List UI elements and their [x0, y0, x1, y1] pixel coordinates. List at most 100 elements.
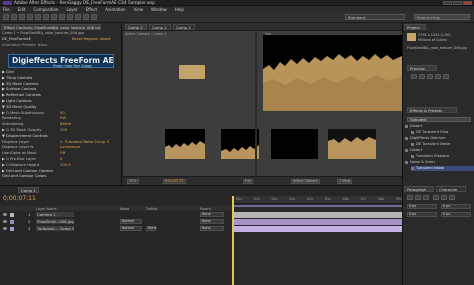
- text-tool-icon[interactable]: [59, 14, 65, 20]
- layer-parent-select[interactable]: None: [200, 219, 224, 224]
- fx-parameter-row[interactable]: ▶ Light Controls: [2, 99, 120, 104]
- puppet-tool-icon[interactable]: [91, 14, 97, 20]
- layer-trkmat-select[interactable]: None: [146, 226, 157, 231]
- fx-parameter-row[interactable]: ▶ Ö Mesh Subdivisions 50: [2, 111, 120, 116]
- resolution-select[interactable]: Full: [243, 179, 253, 184]
- timeline-layer-row[interactable]: 2 FlowSimN...006.jpg Normal None: [0, 219, 232, 225]
- viewport-far-right[interactable]: [328, 129, 376, 159]
- tab-comp-1[interactable]: Comp 1: [125, 24, 147, 30]
- fx-parameter-value[interactable]: Luminance: [60, 145, 80, 149]
- menu-layer[interactable]: Layer: [66, 7, 77, 12]
- fx-parameter-row[interactable]: Antialiasing Better: [2, 122, 120, 127]
- space-after-field[interactable]: 0 px: [441, 212, 471, 217]
- minimize-button[interactable]: [443, 0, 452, 5]
- workspace-select[interactable]: Standard: [345, 14, 405, 20]
- fx-parameter-row[interactable]: ▶ 3D Mesh Controls: [2, 82, 120, 87]
- viewport-bottom-left[interactable]: [165, 129, 205, 159]
- views-layout-select[interactable]: 1 View: [337, 179, 353, 184]
- camera-tool-icon[interactable]: [35, 14, 41, 20]
- tab-paragraph[interactable]: Paragraph: [404, 186, 434, 192]
- tab-comp-2[interactable]: Comp 2: [149, 24, 171, 30]
- align-right-button[interactable]: [423, 195, 429, 200]
- composition-viewer[interactable]: Active Camera - Comp 1 Top: [123, 31, 402, 176]
- search-help-input[interactable]: Search Help: [414, 14, 470, 20]
- fx-parameter-row[interactable]: ▶ Reflection Controls: [2, 93, 120, 98]
- fx-parameter-row[interactable]: Grid and Contour Colors: [2, 174, 120, 179]
- zoom-tool-icon[interactable]: [19, 14, 25, 20]
- project-file-name[interactable]: FlowSimNBA_color_texture_006.jpg: [407, 46, 473, 50]
- tab-comp-3[interactable]: Comp 3: [173, 24, 195, 30]
- layer-name[interactable]: Turbulent... Comp 3: [36, 226, 74, 231]
- fx-parameter-row[interactable]: ▼ Displacement Controls: [2, 134, 120, 139]
- effects-list-item[interactable]: Noise & Grain: [405, 160, 473, 165]
- fx-parameter-row[interactable]: Rendering Full: [2, 116, 120, 121]
- fx-parameter-value[interactable]: 100: [60, 128, 67, 132]
- fx-parameter-row[interactable]: ▶ Ö 3D Mesh Opacity 100: [2, 128, 120, 133]
- menu-help[interactable]: Help: [175, 7, 184, 12]
- effects-list-item[interactable]: DE Turbulent Noise: [411, 142, 474, 147]
- fx-reset-links[interactable]: Reset Register About: [72, 37, 118, 42]
- time-ruler[interactable]: 00s 01s 02s 03s 04s 05s 06s 07s 08s 09s: [232, 196, 402, 204]
- fx-parameter-row[interactable]: Use Alpha as Mask Off: [2, 151, 120, 156]
- fx-parameter-row[interactable]: ▶ Surface Controls: [2, 87, 120, 92]
- space-before-field[interactable]: 0 px: [407, 212, 437, 217]
- fx-parameter-value[interactable]: 0: [60, 157, 62, 161]
- layer-name[interactable]: FlowSimN...006.jpg: [36, 219, 74, 224]
- timeline-tab-comp-1[interactable]: Comp 1: [18, 187, 39, 193]
- play-button[interactable]: [427, 74, 433, 79]
- viewport-top-right[interactable]: [263, 35, 402, 111]
- effects-list-item[interactable]: Turbulent Noise: [411, 166, 474, 171]
- selection-tool-icon[interactable]: [3, 14, 9, 20]
- texture-plane-front[interactable]: [179, 65, 205, 79]
- layer-parent-select[interactable]: None: [200, 226, 224, 231]
- hand-tool-icon[interactable]: [11, 14, 17, 20]
- indent-right-field[interactable]: 0 px: [441, 204, 471, 209]
- current-time-indicator[interactable]: [232, 196, 234, 285]
- layer-duration-bar[interactable]: [232, 212, 402, 218]
- effects-list-item[interactable]: Turbulent Displace: [411, 154, 474, 159]
- close-button[interactable]: [463, 0, 472, 5]
- effects-list-item[interactable]: Distort: [405, 148, 473, 153]
- fx-parameter-row[interactable]: ▼ 3D Mesh Quality: [2, 105, 120, 110]
- pan-behind-tool-icon[interactable]: [43, 14, 49, 20]
- timeline-layer-row[interactable]: 1 Camera 1 None: [0, 212, 232, 218]
- last-frame-button[interactable]: [443, 74, 449, 79]
- effects-list-item[interactable]: DE Turbulent Flow: [411, 130, 474, 135]
- rotate-tool-icon[interactable]: [27, 14, 33, 20]
- timeline-graph[interactable]: 00s 01s 02s 03s 04s 05s 06s 07s 08s 09s: [232, 196, 402, 285]
- menu-view[interactable]: View: [134, 7, 144, 12]
- effects-search-input[interactable]: Turbulent: [407, 117, 471, 122]
- fx-parameter-value[interactable]: Off: [60, 151, 65, 155]
- zoom-select[interactable]: 25%: [127, 179, 139, 184]
- work-area-bar[interactable]: [232, 205, 402, 207]
- prev-frame-button[interactable]: [419, 74, 425, 79]
- visibility-eye-icon[interactable]: [3, 227, 7, 230]
- menu-animation[interactable]: Animation: [105, 7, 125, 12]
- align-center-button[interactable]: [415, 195, 421, 200]
- menu-file[interactable]: File: [3, 7, 10, 12]
- justify-last-left-button[interactable]: [433, 195, 439, 200]
- tab-project[interactable]: Project: [404, 24, 426, 30]
- viewport-mid-right[interactable]: [271, 129, 318, 159]
- layer-mode-select[interactable]: Normal: [120, 226, 142, 231]
- fx-parameter-value[interactable]: 2. Turbulent Noise Comp 3: [60, 140, 109, 144]
- fx-parameter-value[interactable]: 50: [60, 111, 65, 115]
- timeline-layer-row[interactable]: 3 Turbulent... Comp 3 Normal None None: [0, 226, 232, 232]
- layer-label-color[interactable]: [10, 227, 14, 231]
- fx-parameter-row[interactable]: ▶ Grid and Contour Options: [2, 169, 120, 174]
- maximize-button[interactable]: [453, 0, 462, 5]
- layer-name[interactable]: Camera 1: [36, 212, 74, 217]
- fx-parameter-value[interactable]: 100.0: [60, 163, 71, 167]
- fx-parameter-row[interactable]: Displace Layer Is Luminance: [2, 145, 120, 150]
- align-left-button[interactable]: [407, 195, 413, 200]
- fx-parameter-row[interactable]: ▶ Ö Displace Height 100.0: [2, 163, 120, 168]
- layer-mode-select[interactable]: Normal: [120, 219, 142, 224]
- timeline-current-time[interactable]: 0;00;07;11: [3, 195, 36, 202]
- brush-tool-icon[interactable]: [67, 14, 73, 20]
- fx-parameter-value[interactable]: Full: [60, 116, 66, 120]
- view-select[interactable]: Active Camera: [291, 179, 320, 184]
- menu-window[interactable]: Window: [151, 7, 167, 12]
- tab-preview[interactable]: Preview: [407, 65, 437, 71]
- layer-label-color[interactable]: [10, 213, 14, 217]
- fx-parameter-row[interactable]: ▶ Grid: [2, 70, 120, 75]
